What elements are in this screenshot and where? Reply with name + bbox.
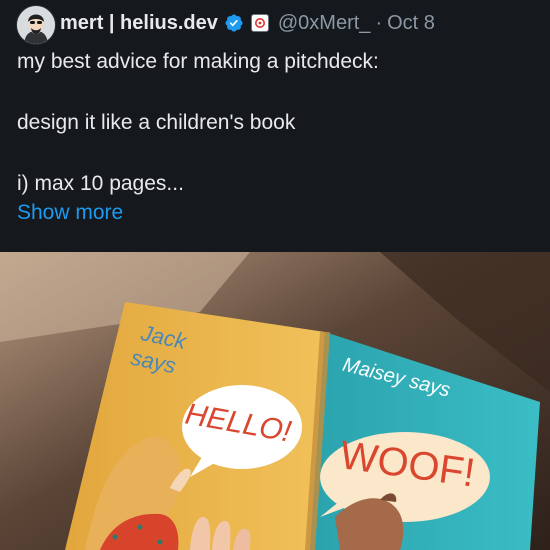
tweet-text-line: i) max 10 pages...: [17, 172, 184, 195]
tweet-text-line: my best advice for making a pitchdeck:: [17, 50, 379, 73]
separator-dot: ·: [375, 11, 383, 34]
tweet-text-line: design it like a children's book: [17, 111, 296, 134]
helius-affiliate-badge-icon[interactable]: [250, 14, 269, 32]
show-more-link[interactable]: Show more: [17, 199, 123, 227]
verified-badge-icon[interactable]: [224, 13, 244, 33]
tweet-media-photo[interactable]: Jack says HELLO! Maisey says WOOF!: [0, 252, 550, 550]
author-handle[interactable]: @0xMert_: [278, 12, 371, 35]
avatar-illustration: [17, 6, 55, 44]
tweet-timestamp[interactable]: Oct 8: [387, 12, 435, 35]
photo-open-childrens-book: Jack says HELLO! Maisey says WOOF!: [0, 252, 550, 550]
tweet-header: mert | helius.dev @0xMert_ · Oct 8: [60, 9, 435, 37]
tweet-card[interactable]: mert | helius.dev @0xMert_ · Oct 8 my be…: [0, 0, 550, 252]
author-display-name[interactable]: mert | helius.dev: [60, 12, 218, 35]
author-avatar[interactable]: [16, 5, 56, 45]
